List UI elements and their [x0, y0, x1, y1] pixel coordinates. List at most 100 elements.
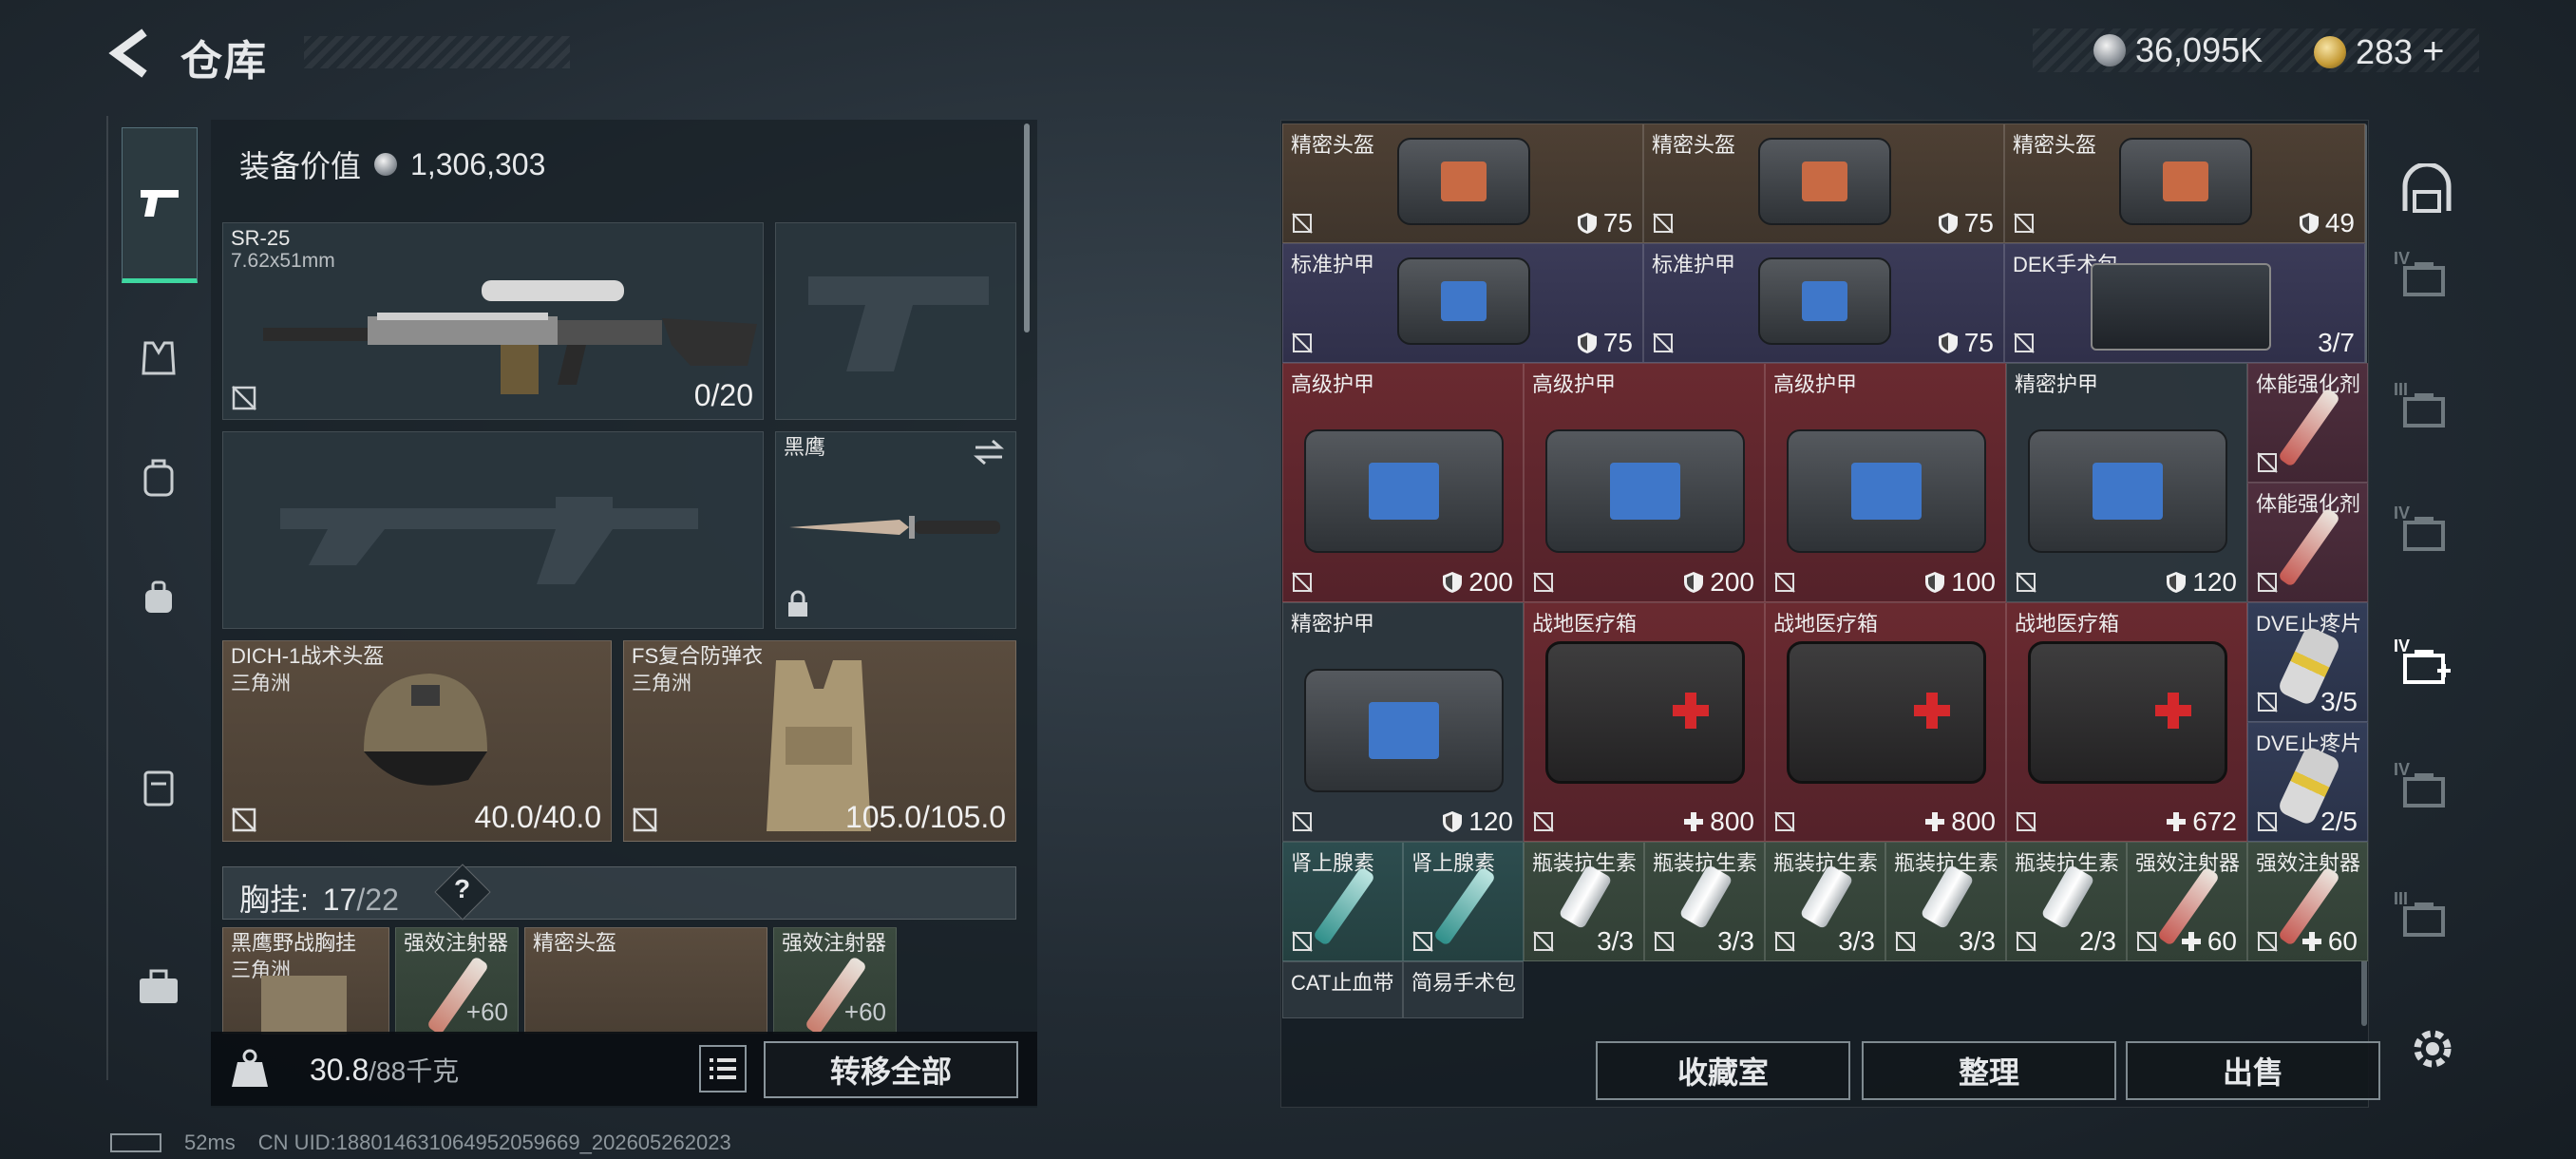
- armor-bag-icon: [1545, 429, 1745, 553]
- category-toolbox[interactable]: [120, 948, 198, 1026]
- item-value: 100: [1924, 567, 1996, 598]
- page-title: 仓库: [180, 38, 268, 85]
- no-insure-icon: [1533, 931, 1554, 952]
- no-insure-icon: [2014, 332, 2035, 353]
- storage-item[interactable]: CAT止血带: [1282, 961, 1403, 1018]
- storage-item[interactable]: 强效注射器 60: [2127, 842, 2247, 961]
- item-name: 体能强化剂: [2256, 372, 2361, 396]
- add-gold-button[interactable]: +: [2422, 30, 2444, 73]
- help-icon: ?: [454, 874, 471, 903]
- back-arrow-icon[interactable]: [106, 27, 154, 80]
- helmet-bag-icon: [1758, 138, 1891, 225]
- storage-item[interactable]: 高级护甲 200: [1524, 363, 1765, 602]
- helmet-slot[interactable]: DICH-1战术头盔 三角洲 40.0/40.0: [222, 640, 612, 842]
- storage-item[interactable]: 战地医疗箱 800: [1524, 602, 1765, 842]
- bag-window: [1850, 462, 1923, 521]
- first-aid-kit-icon: [2028, 641, 2227, 784]
- chest-rig-item[interactable]: 精密头盔: [524, 927, 767, 1034]
- category-backpack[interactable]: [120, 439, 198, 517]
- collection-room-button[interactable]: 收藏室: [1596, 1041, 1850, 1100]
- storage-item[interactable]: 战地医疗箱 672: [2006, 602, 2247, 842]
- item-value: 49: [2299, 208, 2355, 238]
- storage-item[interactable]: 肾上腺素: [1282, 842, 1403, 961]
- chest-rig-item[interactable]: 强效注射器 +60: [773, 927, 897, 1036]
- durability-shield-icon: [1938, 332, 1958, 353]
- item-value: 672: [2166, 807, 2237, 837]
- item-value: 2/3: [2079, 926, 2116, 956]
- item-name: 高级护甲: [1532, 372, 1617, 396]
- item-name: 高级护甲: [1773, 372, 1858, 396]
- ping-readout: 52ms: [184, 1130, 236, 1154]
- durability-shield-icon: [1577, 213, 1597, 234]
- first-aid-kit-icon: [1545, 641, 1745, 784]
- storage-item[interactable]: 精密头盔 75: [1282, 124, 1643, 243]
- category-case[interactable]: [120, 749, 198, 826]
- storage-item[interactable]: DEK手术包 3/7: [2004, 243, 2365, 363]
- item-name: 强效注射器: [2135, 851, 2241, 875]
- storage-item[interactable]: 体能强化剂: [2247, 483, 2368, 602]
- storage-item[interactable]: 战地医疗箱 800: [1765, 602, 2006, 842]
- storage-item[interactable]: 瓶装抗生素 3/3: [1644, 842, 1765, 961]
- melee-slot[interactable]: 黑鹰: [775, 431, 1016, 629]
- item-value: +60: [843, 998, 886, 1026]
- storage-item[interactable]: 精密护甲 120: [2006, 363, 2247, 602]
- category-pouch[interactable]: [120, 559, 198, 636]
- sell-button[interactable]: 出售: [2126, 1041, 2380, 1100]
- container-tab-icon[interactable]: IV: [2394, 249, 2456, 302]
- no-insure-icon: [1895, 931, 1916, 952]
- pistol-slot[interactable]: [775, 222, 1016, 420]
- storage-home-icon[interactable]: [2396, 163, 2458, 217]
- item-name: 精密护甲: [2015, 372, 2099, 396]
- secondary-weapon-slot[interactable]: [222, 431, 764, 629]
- storage-item[interactable]: 肾上腺素: [1403, 842, 1524, 961]
- no-insure-icon: [1292, 572, 1313, 593]
- storage-item[interactable]: 简易手术包: [1403, 961, 1524, 1018]
- storage-item[interactable]: 标准护甲 75: [1282, 243, 1643, 363]
- sort-button[interactable]: 整理: [1862, 1041, 2116, 1100]
- storage-item[interactable]: 高级护甲 200: [1282, 363, 1524, 602]
- loadout-scrollbar[interactable]: [1024, 124, 1030, 332]
- storage-item[interactable]: 瓶装抗生素 3/3: [1765, 842, 1885, 961]
- storage-item[interactable]: 精密护甲 120: [1282, 602, 1524, 842]
- container-tab-icon[interactable]: IV: [2394, 636, 2456, 690]
- weight-current: 30.8: [310, 1053, 369, 1087]
- storage-item[interactable]: 精密头盔 75: [1643, 124, 2004, 243]
- swap-icon[interactable]: [972, 438, 1006, 466]
- chest-rig-item[interactable]: 黑鹰野战胸挂 三角洲: [222, 927, 389, 1035]
- storage-item[interactable]: 标准护甲 75: [1643, 243, 2004, 363]
- storage-item[interactable]: 瓶装抗生素 3/3: [1885, 842, 2006, 961]
- item-name: 精密护甲: [1291, 612, 1375, 636]
- settings-gear-icon[interactable]: [2401, 1022, 2464, 1075]
- storage-item[interactable]: 瓶装抗生素 2/3: [2006, 842, 2127, 961]
- item-name: CAT止血带: [1291, 971, 1394, 995]
- list-view-button[interactable]: [699, 1045, 747, 1092]
- item-name: 简易手术包: [1411, 971, 1517, 995]
- storage-item[interactable]: DVE止疼片 3/5: [2247, 602, 2368, 722]
- category-weapons[interactable]: [122, 127, 198, 283]
- item-name: 精密头盔: [2013, 133, 2097, 157]
- no-insure-icon: [2257, 452, 2278, 473]
- storage-item[interactable]: 精密头盔 49: [2004, 124, 2365, 243]
- safe-case-icon: [143, 770, 174, 807]
- armor-slot[interactable]: FS复合防弹衣 三角洲 105.0/105.0: [623, 640, 1016, 842]
- chest-rig-item[interactable]: 强效注射器 +60: [395, 927, 519, 1036]
- item-name: 战地医疗箱: [1773, 612, 1879, 636]
- weight-icon: [232, 1049, 268, 1087]
- storage-item[interactable]: 瓶装抗生素 3/3: [1524, 842, 1644, 961]
- container-tab-icon[interactable]: IV: [2394, 760, 2456, 813]
- container-tab-icon[interactable]: IV: [2394, 504, 2456, 557]
- container-tab-icon[interactable]: III: [2394, 380, 2456, 433]
- list-icon: [710, 1058, 736, 1079]
- storage-item[interactable]: 体能强化剂: [2247, 363, 2368, 483]
- storage-item[interactable]: DVE止疼片 2/5: [2247, 722, 2368, 842]
- bag-window: [2162, 161, 2209, 202]
- gold-currency: 283 +: [2314, 30, 2444, 73]
- storage-item[interactable]: 高级护甲 100: [1765, 363, 2006, 602]
- armor-bag-icon: [1397, 257, 1530, 345]
- primary-weapon-slot[interactable]: SR-25 7.62x51mm 0/20: [222, 222, 764, 420]
- storage-item[interactable]: 强效注射器 60: [2247, 842, 2368, 961]
- bag-window: [1440, 161, 1487, 202]
- container-tab-icon[interactable]: III: [2394, 889, 2456, 942]
- transfer-all-button[interactable]: 转移全部: [764, 1041, 1018, 1098]
- category-chest-rig[interactable]: [120, 319, 198, 397]
